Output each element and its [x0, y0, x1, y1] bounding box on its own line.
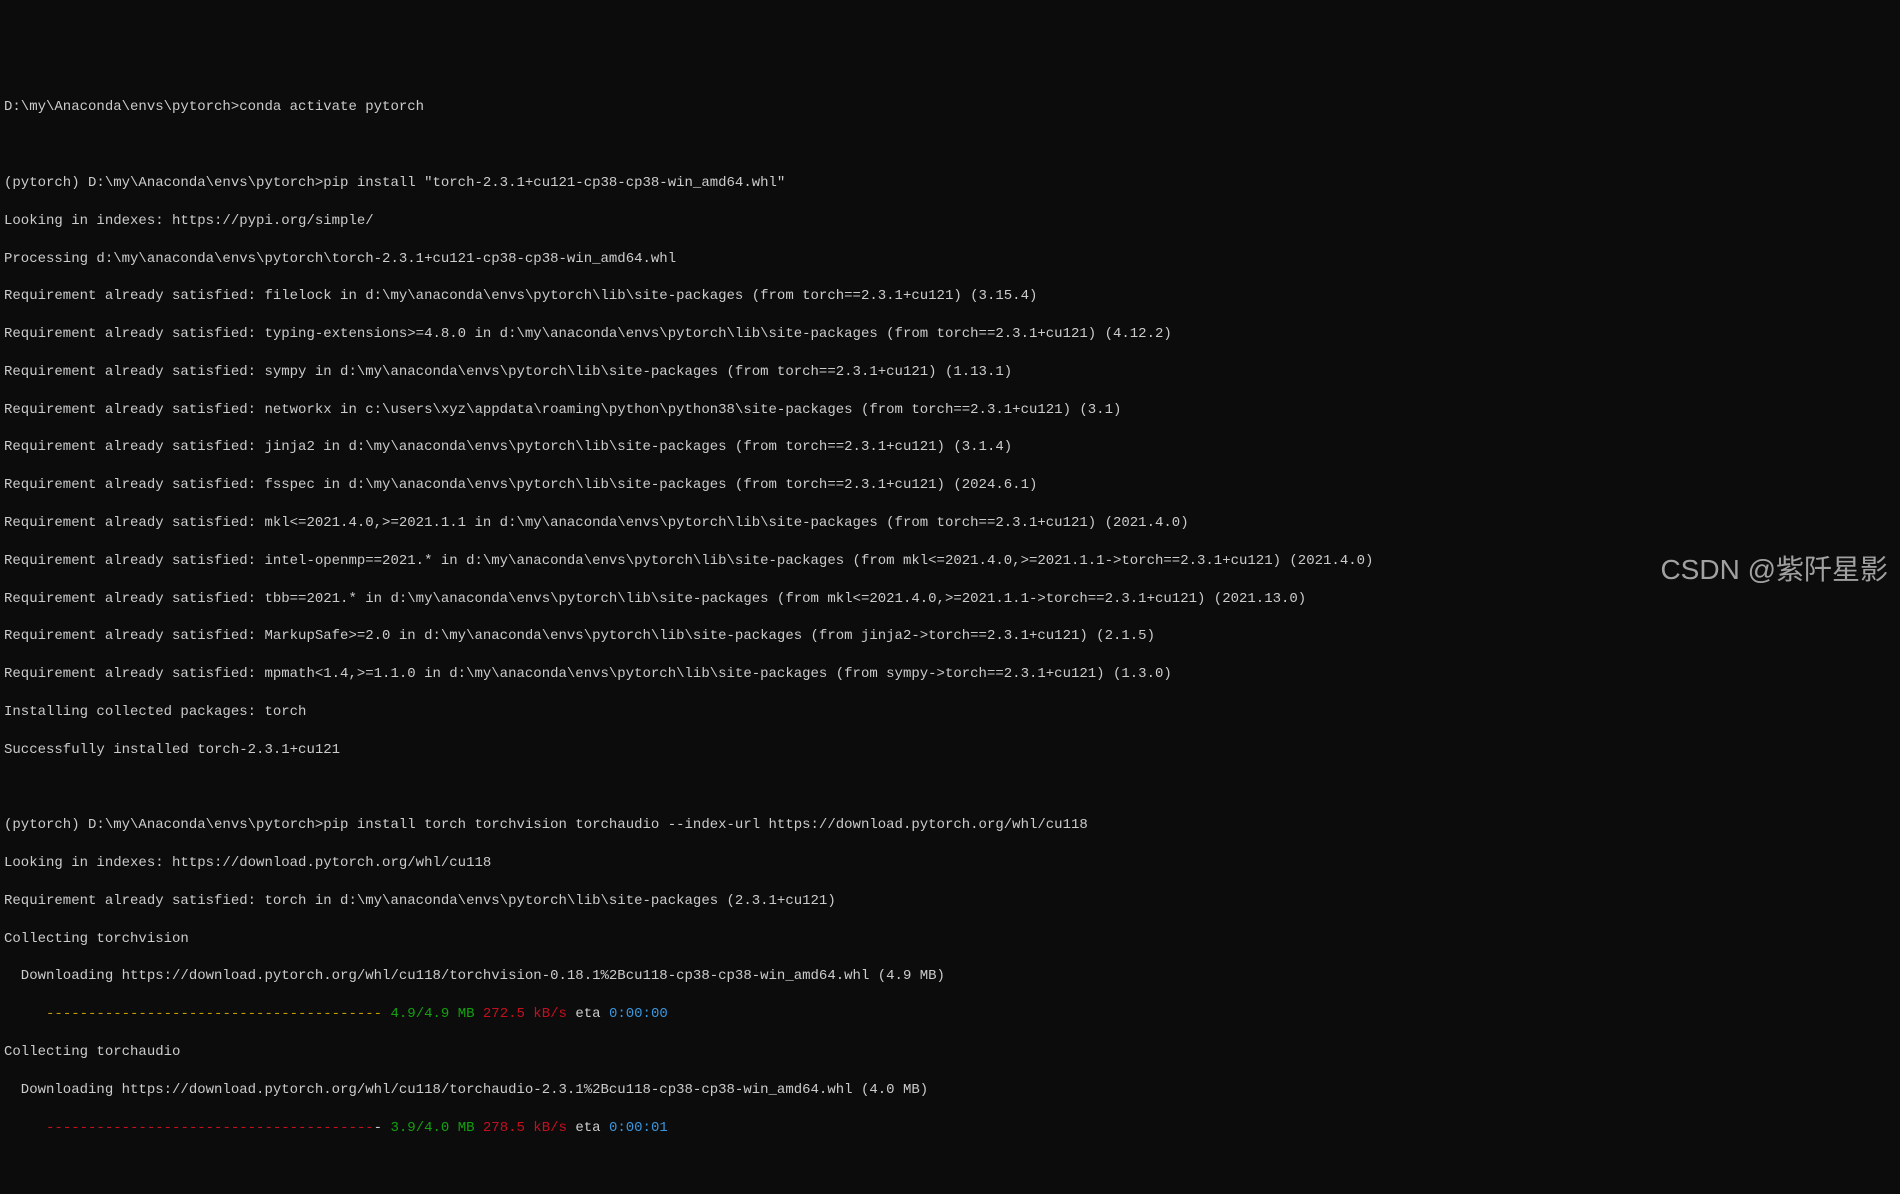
progress-eta-label: eta: [567, 1120, 609, 1136]
output-line: Requirement already satisfied: MarkupSaf…: [4, 627, 1896, 646]
output-line: Successfully installed torch-2.3.1+cu121: [4, 741, 1896, 760]
output-line: Requirement already satisfied: tbb==2021…: [4, 590, 1896, 609]
output-line: Requirement already satisfied: filelock …: [4, 287, 1896, 306]
output-line: Downloading https://download.pytorch.org…: [4, 1081, 1896, 1100]
output-line: Requirement already satisfied: typing-ex…: [4, 325, 1896, 344]
progress-bar-partial: ----------------------------------------…: [4, 1119, 1896, 1138]
output-line: Installing collected packages: torch: [4, 703, 1896, 722]
output-line: (pytorch) D:\my\Anaconda\envs\pytorch>pi…: [4, 816, 1896, 835]
progress-eta: 0:00:01: [609, 1120, 668, 1136]
progress-dashes-done: ---------------------------------------: [46, 1120, 374, 1136]
output-line: Processing d:\my\anaconda\envs\pytorch\t…: [4, 250, 1896, 269]
progress-indent: [4, 1120, 46, 1136]
output-line: (pytorch) D:\my\Anaconda\envs\pytorch>pi…: [4, 174, 1896, 193]
output-line: Requirement already satisfied: jinja2 in…: [4, 438, 1896, 457]
progress-dashes: ----------------------------------------: [46, 1006, 390, 1022]
progress-bar-complete: ----------------------------------------…: [4, 1005, 1896, 1024]
output-line: Requirement already satisfied: networkx …: [4, 401, 1896, 420]
blank-line: [4, 136, 1896, 155]
progress-indent: [4, 1006, 46, 1022]
progress-eta-label: eta: [567, 1006, 609, 1022]
terminal-output[interactable]: D:\my\Anaconda\envs\pytorch>conda activa…: [4, 80, 1896, 1157]
output-line: Requirement already satisfied: sympy in …: [4, 363, 1896, 382]
progress-size: 3.9/4.0 MB: [390, 1120, 474, 1136]
progress-speed: 272.5 kB/s: [475, 1006, 567, 1022]
output-line: Collecting torchvision: [4, 930, 1896, 949]
output-line: Looking in indexes: https://download.pyt…: [4, 854, 1896, 873]
watermark: CSDN @紫阡星影: [1660, 551, 1888, 589]
blank-line: [4, 779, 1896, 798]
progress-dashes-remaining: -: [374, 1120, 391, 1136]
progress-eta: 0:00:00: [609, 1006, 668, 1022]
progress-size: 4.9/4.9 MB: [390, 1006, 474, 1022]
output-line: Collecting torchaudio: [4, 1043, 1896, 1062]
output-line: Requirement already satisfied: mpmath<1.…: [4, 665, 1896, 684]
output-line: Looking in indexes: https://pypi.org/sim…: [4, 212, 1896, 231]
progress-speed: 278.5 kB/s: [475, 1120, 567, 1136]
output-line: Requirement already satisfied: intel-ope…: [4, 552, 1896, 571]
output-line: Requirement already satisfied: fsspec in…: [4, 476, 1896, 495]
output-line: Requirement already satisfied: torch in …: [4, 892, 1896, 911]
output-line: Downloading https://download.pytorch.org…: [4, 967, 1896, 986]
output-line: Requirement already satisfied: mkl<=2021…: [4, 514, 1896, 533]
output-line: D:\my\Anaconda\envs\pytorch>conda activa…: [4, 98, 1896, 117]
